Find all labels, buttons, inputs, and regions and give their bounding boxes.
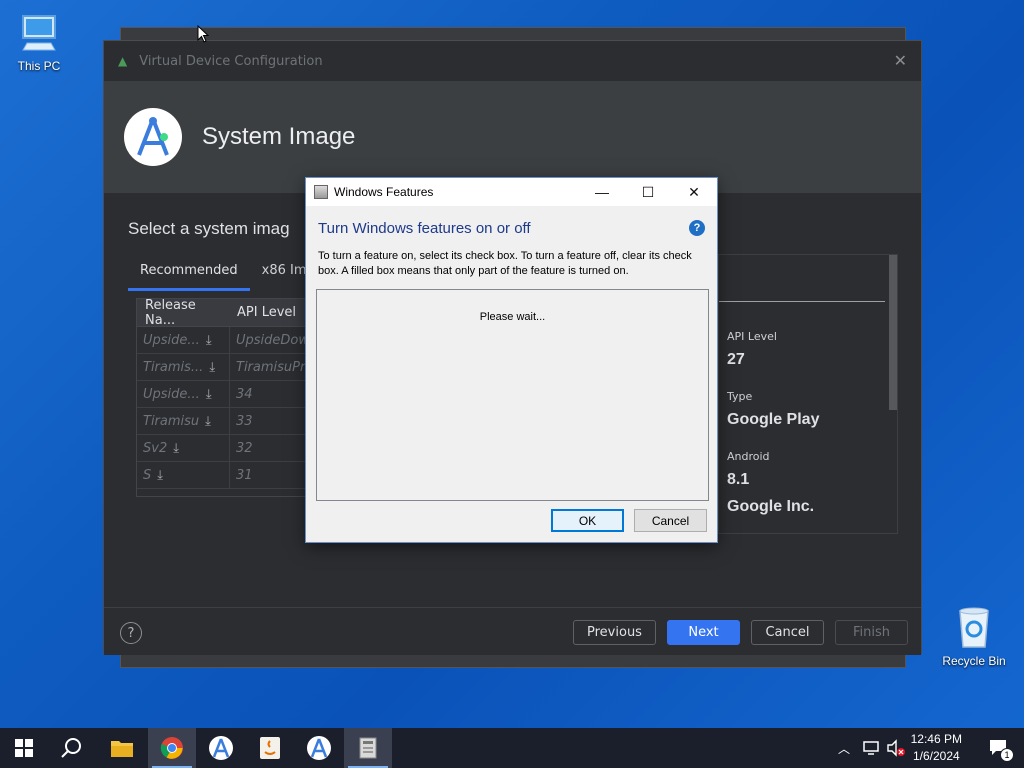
tab-recommended[interactable]: Recommended — [128, 261, 250, 291]
dialog-heading: Turn Windows features on or off — [318, 220, 531, 237]
cancel-button[interactable]: Cancel — [751, 620, 824, 645]
details-scrollbar[interactable] — [889, 255, 897, 410]
help-icon[interactable]: ? — [689, 220, 705, 236]
windows-features-icon — [359, 737, 377, 759]
file-explorer-icon — [111, 741, 133, 757]
taskbar-file-explorer[interactable] — [98, 728, 146, 768]
android-version-value: 8.1 — [727, 471, 750, 488]
release-name: Tiramisu — [143, 413, 200, 429]
type-label: Type — [727, 390, 753, 403]
android-icon: ▲ — [118, 54, 128, 68]
help-button[interactable]: ? — [120, 622, 142, 644]
api-level: 34 — [229, 381, 253, 407]
header-title: System Image — [202, 123, 356, 150]
api-level: 33 — [229, 408, 253, 434]
desktop-icon-this-pc[interactable]: This PC — [4, 10, 74, 73]
api-level: 32 — [229, 435, 253, 461]
image-details-panel: API Level 27 Type Google Play Android 8.… — [718, 254, 898, 534]
java-icon — [260, 737, 280, 759]
taskbar-chrome[interactable] — [148, 728, 196, 768]
system-clock[interactable]: 12:46 PM 1/6/2024 — [911, 731, 962, 765]
android-studio-icon — [209, 736, 233, 760]
download-icon[interactable]: ⤓ — [206, 387, 212, 402]
cancel-button[interactable]: Cancel — [634, 509, 707, 532]
windows-logo-icon — [15, 739, 33, 757]
divider — [719, 301, 885, 302]
window-title: Windows Features — [334, 185, 434, 199]
close-icon[interactable]: ✕ — [671, 178, 717, 206]
column-header-release-name[interactable]: Release Na... — [137, 299, 229, 328]
volume-muted-icon[interactable] — [886, 739, 906, 757]
dialog-description: To turn a feature on, select its check b… — [318, 250, 692, 277]
windows-features-icon — [314, 185, 328, 199]
finish-button: Finish — [835, 620, 908, 645]
taskbar-java[interactable] — [246, 728, 294, 768]
chrome-icon — [160, 737, 183, 759]
download-icon[interactable]: ⤓ — [206, 333, 212, 348]
features-tree[interactable]: Please wait... — [316, 289, 709, 501]
taskbar: ︿ 12:46 PM 1/6/2024 1 — [0, 728, 1024, 768]
api-level-value: 27 — [727, 351, 745, 368]
network-icon[interactable] — [862, 740, 880, 756]
ok-button[interactable]: OK — [551, 509, 624, 532]
download-icon[interactable]: ⤓ — [157, 468, 163, 483]
taskbar-windows-features[interactable] — [344, 728, 392, 768]
clock-time: 12:46 PM — [910, 732, 962, 746]
release-name: Tiramis... — [143, 359, 204, 375]
this-pc-label: This PC — [17, 59, 61, 73]
search-button[interactable] — [48, 728, 96, 768]
api-level: UpsideDow — [229, 327, 309, 353]
search-icon — [61, 738, 81, 758]
download-icon[interactable]: ⤓ — [205, 414, 211, 429]
section-title: Select a system imag — [128, 219, 290, 238]
android-studio-logo — [124, 108, 182, 166]
title-bar[interactable]: Windows Features — ☐ ✕ — [306, 178, 717, 206]
clock-date: 1/6/2024 — [912, 749, 960, 763]
mouse-cursor-icon — [197, 25, 209, 43]
api-level: TiramisuPr — [229, 354, 305, 380]
dialog-footer: ? Previous Next Cancel Finish — [104, 607, 921, 655]
minimize-icon[interactable]: — — [579, 178, 625, 206]
android-studio-icon — [307, 736, 331, 760]
notification-badge: 1 — [1000, 748, 1014, 762]
android-label: Android — [727, 450, 770, 463]
release-name: Sv2 — [143, 440, 168, 456]
taskbar-android-studio[interactable] — [197, 728, 245, 768]
loading-text: Please wait... — [479, 311, 546, 323]
vendor-value: Google Inc. — [727, 498, 815, 515]
recycle-bin-label: Recycle Bin — [942, 654, 1006, 668]
recycle-bin-icon — [959, 607, 989, 648]
chevron-up-icon[interactable]: ︿ — [838, 740, 850, 757]
release-name: Upside... — [143, 332, 200, 348]
title-bar[interactable]: ▲ Virtual Device Configuration ✕ — [104, 41, 921, 81]
next-button[interactable]: Next — [667, 620, 740, 645]
windows-features-dialog: Windows Features — ☐ ✕ Turn Windows feat… — [305, 177, 718, 543]
previous-button[interactable]: Previous — [573, 620, 656, 645]
image-tabs: Recommended x86 Ima — [128, 261, 326, 291]
desktop-icon-recycle-bin[interactable]: Recycle Bin — [939, 603, 1009, 668]
taskbar-android-studio-2[interactable] — [295, 728, 343, 768]
download-icon[interactable]: ⤓ — [209, 360, 215, 375]
release-name: S — [143, 467, 152, 483]
close-icon[interactable]: ✕ — [894, 51, 907, 70]
maximize-icon[interactable]: ☐ — [625, 178, 671, 206]
api-level-label: API Level — [727, 330, 777, 343]
type-value: Google Play — [727, 411, 820, 428]
column-header-api-level[interactable]: API Level — [229, 305, 296, 320]
this-pc-icon — [22, 15, 56, 51]
release-name: Upside... — [143, 386, 200, 402]
api-level: 31 — [229, 462, 253, 488]
start-button[interactable] — [0, 728, 48, 768]
action-center-button[interactable]: 1 — [988, 738, 1014, 762]
window-title: Virtual Device Configuration — [139, 53, 323, 69]
download-icon[interactable]: ⤓ — [173, 441, 179, 456]
